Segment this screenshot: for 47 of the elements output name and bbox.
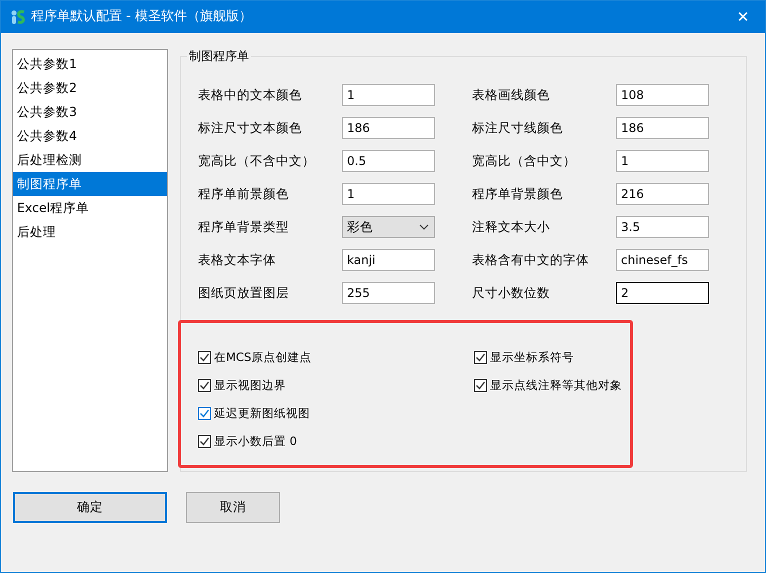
- input-field[interactable]: kanji: [342, 249, 435, 271]
- list-item[interactable]: Excel程序单: [13, 196, 167, 220]
- list-item[interactable]: 公共参数1: [13, 52, 167, 76]
- close-button[interactable]: ✕: [721, 1, 765, 33]
- input-field[interactable]: 0.5: [342, 150, 435, 172]
- list-item[interactable]: 后处理检测: [13, 148, 167, 172]
- checkbox-label: 在MCS原点创建点: [214, 348, 312, 366]
- input-field[interactable]: 2: [616, 282, 709, 304]
- field-label: 注释文本大小: [472, 218, 551, 236]
- field-label: 程序单前景颜色: [198, 184, 290, 203]
- input-field[interactable]: 186: [342, 117, 435, 139]
- field-label: 表格含有中文的字体: [472, 250, 590, 269]
- list-item[interactable]: 公共参数2: [13, 76, 167, 100]
- field-label: 程序单背景类型: [198, 218, 290, 236]
- checkbox-label: 显示视图边界: [214, 376, 286, 394]
- checkbox-label: 显示点线注释等其他对象: [490, 376, 622, 394]
- list-item[interactable]: 后处理: [13, 220, 167, 244]
- window-title: 程序单默认配置 - 模圣软件（旗舰版）: [31, 8, 252, 26]
- group-title: 制图程序单: [187, 48, 251, 64]
- input-field[interactable]: chinesef_fs: [616, 249, 709, 271]
- field-label: 宽高比（含中文）: [472, 152, 577, 170]
- field-label: 表格画线颜色: [472, 86, 551, 104]
- input-field[interactable]: 1: [616, 150, 709, 172]
- list-item[interactable]: 公共参数3: [13, 100, 167, 124]
- field-label: 表格文本字体: [198, 250, 277, 269]
- field-label: 标注尺寸文本颜色: [198, 118, 303, 137]
- list-item[interactable]: 公共参数4: [13, 124, 167, 148]
- input-field[interactable]: 216: [616, 183, 709, 205]
- field-label: 程序单背景颜色: [472, 184, 564, 203]
- field-label: 图纸页放置图层: [198, 284, 290, 302]
- checkbox-label: 延迟更新图纸视图: [214, 404, 310, 422]
- input-field[interactable]: 1: [342, 84, 435, 106]
- checkbox-label: 显示坐标系符号: [490, 348, 574, 366]
- field-label: 标注尺寸线颜色: [472, 118, 564, 137]
- dialog-button[interactable]: 取消: [186, 492, 280, 523]
- input-field[interactable]: 255: [342, 282, 435, 304]
- field-label: 宽高比（不含中文）: [198, 152, 316, 170]
- input-field[interactable]: 3.5: [616, 216, 709, 238]
- dropdown[interactable]: 彩色: [342, 216, 435, 238]
- list-item[interactable]: 制图程序单: [13, 172, 167, 196]
- field-label: 尺寸小数位数: [472, 284, 551, 302]
- input-field[interactable]: 108: [616, 84, 709, 106]
- dialog-button[interactable]: 确定: [13, 492, 167, 523]
- checkbox-label: 显示小数后置 0: [214, 432, 297, 450]
- input-field[interactable]: 1: [342, 183, 435, 205]
- field-label: 表格中的文本颜色: [198, 86, 303, 104]
- input-field[interactable]: 186: [616, 117, 709, 139]
